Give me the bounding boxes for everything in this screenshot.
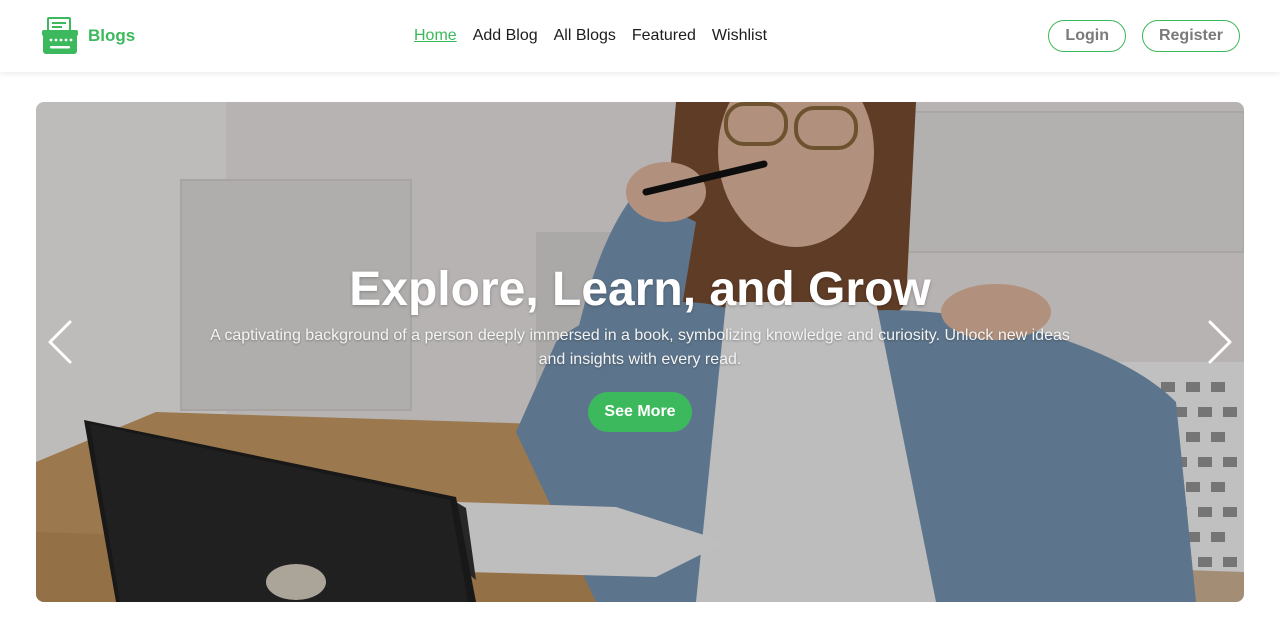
hero-carousel: Explore, Learn, and Grow A captivating b… xyxy=(36,102,1244,602)
hero-content: Explore, Learn, and Grow A captivating b… xyxy=(36,102,1244,602)
nav-featured[interactable]: Featured xyxy=(624,24,704,48)
nav-add-blog[interactable]: Add Blog xyxy=(465,24,546,48)
chevron-left-icon xyxy=(48,320,72,364)
login-button[interactable]: Login xyxy=(1048,20,1126,52)
auth-buttons: Login Register xyxy=(1048,20,1240,52)
brand-logo-link[interactable]: Blogs xyxy=(40,16,135,56)
nav-all-blogs[interactable]: All Blogs xyxy=(546,24,624,48)
carousel-next-button[interactable] xyxy=(1198,318,1238,366)
chevron-right-icon xyxy=(1208,320,1232,364)
navbar: Blogs Home Add Blog All Blogs Featured W… xyxy=(0,0,1280,72)
brand-name: Blogs xyxy=(88,26,136,45)
main-nav: Home Add Blog All Blogs Featured Wishlis… xyxy=(406,24,775,48)
register-button[interactable]: Register xyxy=(1141,20,1240,52)
hero-description: A captivating background of a person dee… xyxy=(210,327,1070,368)
nav-home[interactable]: Home xyxy=(406,24,465,48)
see-more-button[interactable]: See More xyxy=(588,392,692,432)
hero-title: Explore, Learn, and Grow xyxy=(349,263,931,316)
typewriter-icon xyxy=(42,17,78,54)
carousel-prev-button[interactable] xyxy=(42,318,82,366)
nav-wishlist[interactable]: Wishlist xyxy=(704,24,775,48)
